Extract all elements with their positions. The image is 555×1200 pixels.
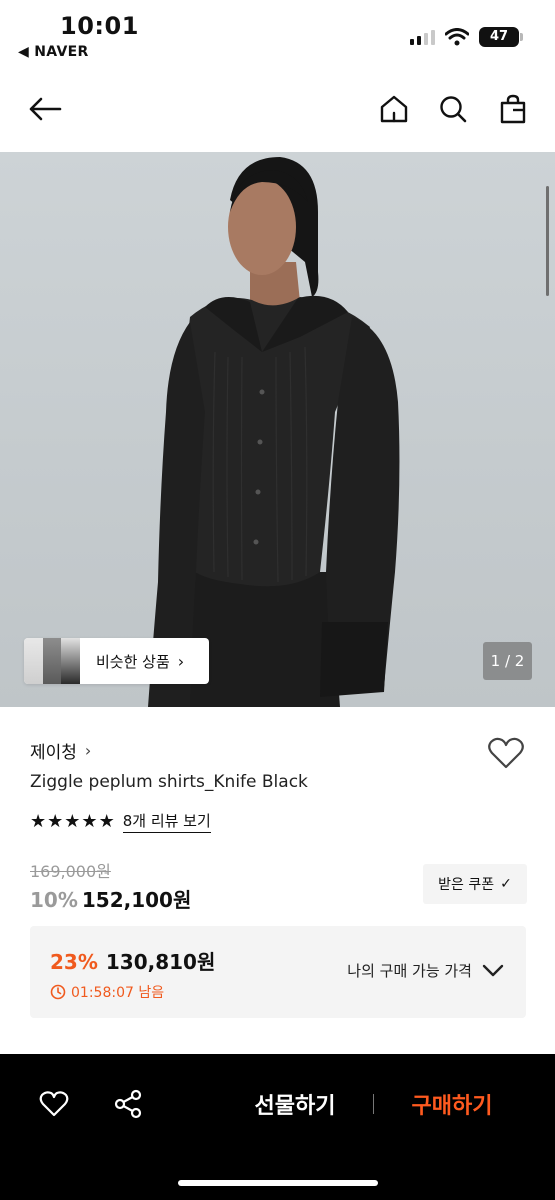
timer-row: 01:58:07 남음 xyxy=(50,982,164,1002)
scrollbar-thumb[interactable] xyxy=(546,186,549,296)
chevron-down-icon xyxy=(482,964,504,976)
home-icon[interactable] xyxy=(377,92,411,126)
product-photo xyxy=(148,157,400,707)
star-icon: ★ xyxy=(64,810,81,832)
wifi-icon xyxy=(445,28,469,46)
review-link[interactable]: 8개 리뷰 보기 xyxy=(122,810,211,833)
my-price-label: 나의 구매 가능 가격 xyxy=(347,962,472,980)
status-bar: 10:01 ◀ NAVER 47 xyxy=(0,0,555,70)
star-icon: ★ xyxy=(47,810,64,832)
price-row: 10% 152,100원 xyxy=(30,884,191,913)
coupon-label: 받은 쿠폰 xyxy=(438,877,495,893)
divider xyxy=(373,1094,374,1114)
star-icon: ★ xyxy=(98,810,115,832)
rating-stars: ★ ★ ★ ★ ★ xyxy=(30,810,115,832)
best-discount-rate: 23% xyxy=(50,950,98,974)
brand-link[interactable]: 제이청 › xyxy=(30,738,91,763)
clock-icon xyxy=(50,984,66,1000)
my-price-toggle[interactable]: 나의 구매 가능 가격 xyxy=(347,960,504,981)
bottom-action-bar: 선물하기 구매하기 xyxy=(0,1054,555,1200)
gift-button[interactable]: 선물하기 xyxy=(235,1086,355,1122)
similar-products-thumbnails xyxy=(24,638,81,684)
similar-products-label: 비슷한 상품 xyxy=(96,652,170,671)
share-icon[interactable] xyxy=(110,1086,146,1122)
image-page-indicator: 1 / 2 xyxy=(483,642,532,680)
rating-row: ★ ★ ★ ★ ★ 8개 리뷰 보기 xyxy=(30,810,211,833)
battery-icon: 47 xyxy=(479,27,523,47)
original-price: 169,000원 xyxy=(30,862,111,881)
status-icons: 47 xyxy=(410,26,523,48)
back-to-naver-link[interactable]: ◀ NAVER xyxy=(18,44,89,60)
search-icon[interactable] xyxy=(436,92,470,126)
sale-price: 152,100원 xyxy=(81,888,192,912)
status-time: 10:01 xyxy=(60,12,139,40)
product-name: Ziggle peplum shirts_Knife Black xyxy=(30,772,308,792)
best-price-box[interactable]: 23% 130,810원 01:58:07 남음 나의 구매 가능 가격 xyxy=(30,926,526,1018)
buy-button[interactable]: 구매하기 xyxy=(392,1086,512,1122)
best-price-row: 23% 130,810원 xyxy=(50,946,215,975)
star-icon: ★ xyxy=(30,810,47,832)
received-coupon-button[interactable]: 받은 쿠폰 ✓ xyxy=(423,864,527,904)
product-image-carousel[interactable]: 비슷한 상품 › 1 / 2 xyxy=(0,152,555,707)
best-price: 130,810원 xyxy=(105,950,216,974)
check-icon: ✓ xyxy=(500,876,512,892)
back-arrow-icon[interactable] xyxy=(28,92,62,126)
heart-icon[interactable] xyxy=(36,1086,72,1122)
similar-products-button[interactable]: 비슷한 상품 › xyxy=(24,638,209,684)
chevron-right-icon: › xyxy=(177,651,185,671)
countdown-timer: 01:58:07 남음 xyxy=(71,985,165,1001)
wishlist-heart-icon[interactable] xyxy=(486,736,526,770)
chevron-right-icon: › xyxy=(84,741,92,760)
shopping-bag-icon[interactable] xyxy=(496,92,530,126)
home-indicator xyxy=(178,1180,378,1186)
cellular-signal-icon xyxy=(410,29,435,45)
star-icon: ★ xyxy=(81,810,98,832)
brand-name: 제이청 xyxy=(30,743,77,763)
top-nav xyxy=(0,80,555,142)
discount-rate: 10% xyxy=(30,888,78,912)
